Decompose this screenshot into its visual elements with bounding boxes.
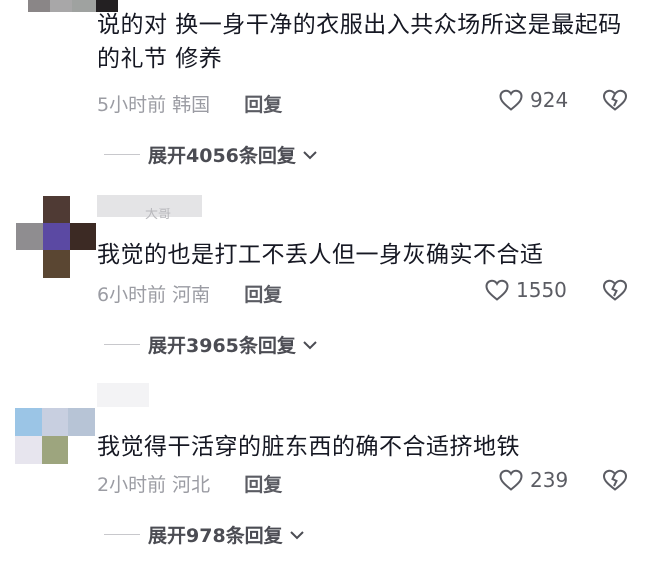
expand-replies-label: 展开978条回复 [148,525,283,547]
like-count: 239 [530,468,569,492]
username-mask [97,383,149,407]
comment-time: 6小时前 [97,284,167,306]
comment-text: 我觉的也是打工不丢人但一身灰确实不合适 [97,242,544,268]
dislike-button[interactable] [601,88,629,116]
chevron-down-icon [303,340,317,349]
like-count: 1550 [516,278,567,302]
comment-time: 5小时前 [97,94,167,116]
chevron-down-icon [303,150,317,159]
broken-heart-icon [602,89,628,111]
expand-replies-button[interactable]: 展开4056条回复 [104,141,318,168]
comment-location: 河南 [172,284,211,306]
avatar[interactable] [16,196,96,278]
expand-replies-label: 展开4056条回复 [148,145,296,167]
expand-replies-label: 展开3965条回复 [148,335,296,357]
chevron-down-icon [289,530,304,539]
comment-item: 我觉得干活穿的脏东西的确不合适挤地铁 2小时前 河北 回复 239 展开978条… [0,380,660,580]
like-count: 924 [530,88,569,112]
comment-meta: 2小时前 河北 回复 [97,470,282,497]
username[interactable]: 大哥 [145,208,195,222]
reply-button[interactable]: 回复 [244,474,282,496]
comment-text: 我觉得干活穿的脏东西的确不合适挤地铁 [97,434,520,460]
reply-button[interactable]: 回复 [244,94,282,116]
broken-heart-icon [602,469,628,491]
broken-heart-icon [602,279,628,301]
comment-item: 说的对 换一身干净的衣服出入共众场所这是最起码的礼节 修养 5小时前 韩国 回复… [0,0,660,180]
comment-meta: 6小时前 河南 回复 [97,280,282,307]
expand-replies-button[interactable]: 展开978条回复 [104,521,305,548]
divider-line [104,534,140,535]
comment-meta: 5小时前 韩国 回复 [97,90,282,117]
comment-time: 2小时前 [97,474,167,496]
avatar[interactable] [15,408,95,464]
like-button[interactable]: 239 [498,468,568,492]
comment-item: 大哥 我觉的也是打工不丢人但一身灰确实不合适 6小时前 河南 回复 1550 展… [0,190,660,370]
heart-outline-icon [499,469,523,491]
like-button[interactable]: 924 [498,88,568,112]
heart-outline-icon [499,89,523,111]
comment-location: 河北 [172,474,211,496]
dislike-button[interactable] [601,468,629,496]
comment-location: 韩国 [172,94,211,116]
comment-text: 说的对 换一身干净的衣服出入共众场所这是最起码的礼节 修养 [97,12,622,72]
divider-line [104,344,140,345]
expand-replies-button[interactable]: 展开3965条回复 [104,331,318,358]
heart-outline-icon [485,279,509,301]
reply-button[interactable]: 回复 [244,284,282,306]
dislike-button[interactable] [601,278,629,306]
divider-line [104,154,140,155]
like-button[interactable]: 1550 [484,278,567,302]
